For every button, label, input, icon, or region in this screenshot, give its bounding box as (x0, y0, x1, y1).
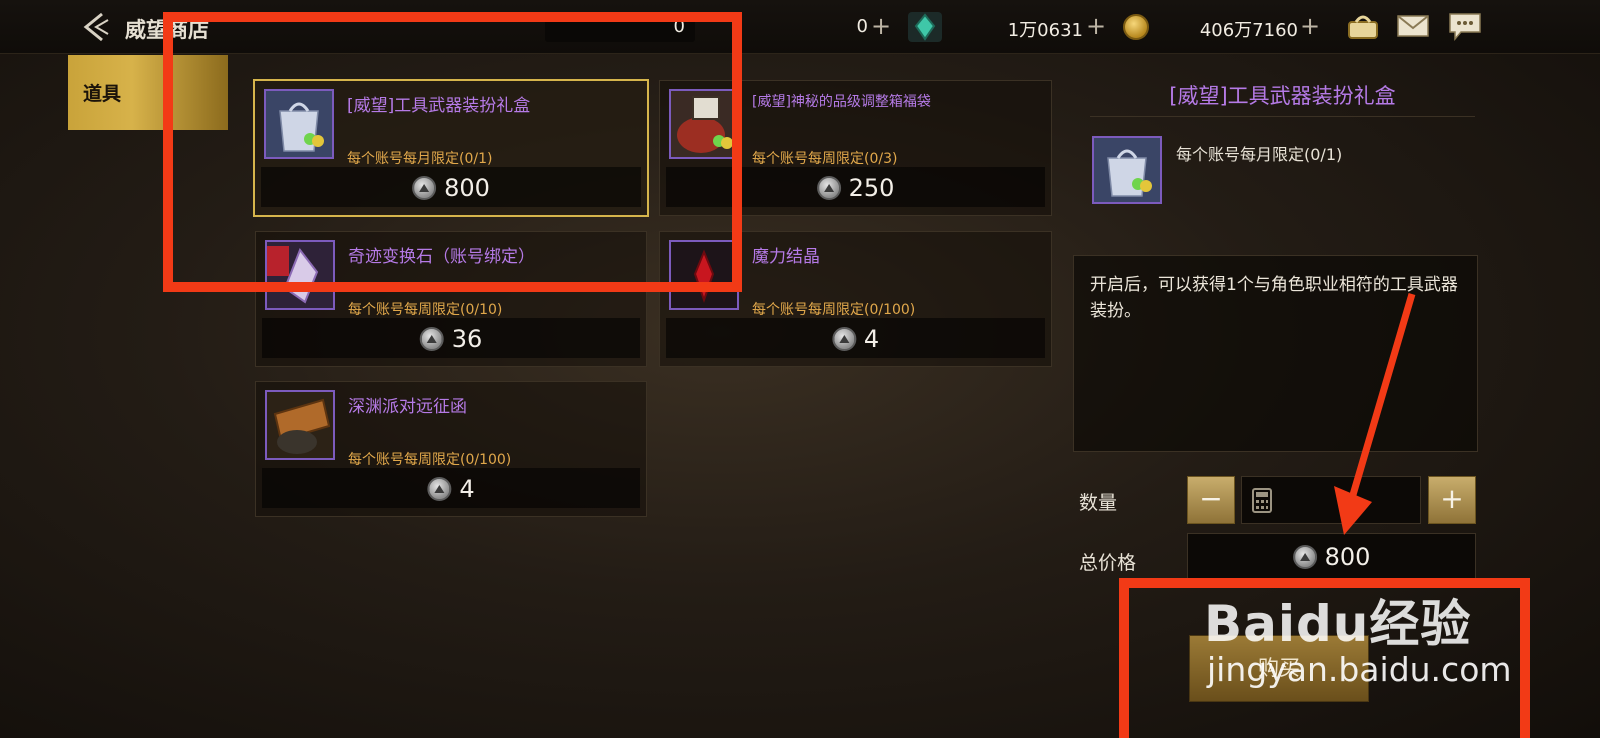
item-limit: 每个账号每周限定(0/3) (752, 151, 898, 167)
gold-add-button[interactable]: + (1300, 12, 1320, 40)
reputation-coin-icon (831, 327, 856, 351)
currency-slot-2-value: 0 (856, 16, 868, 37)
sidebar-item-label: 道具 (83, 83, 122, 105)
gem-value: 1万0631 (1007, 20, 1083, 41)
total-price-box: 800 (1187, 533, 1476, 581)
item-price: 4 (863, 325, 880, 353)
quantity-minus-button[interactable]: − (1187, 476, 1235, 524)
back-arrow-icon[interactable] (78, 10, 112, 44)
item-name: 魔力结晶 (752, 247, 820, 267)
invitation-letter-icon (265, 390, 335, 460)
item-limit: 每个账号每周限定(0/100) (752, 302, 916, 318)
item-price-bar: 4 (666, 318, 1045, 358)
total-price-label: 总价格 (1079, 552, 1137, 574)
reputation-coin-icon (1292, 545, 1317, 569)
item-price: 4 (459, 475, 475, 503)
mail-icon[interactable] (1395, 10, 1431, 42)
detail-limit: 每个账号每月限定(0/1) (1176, 145, 1343, 164)
reputation-coin-icon (419, 327, 444, 351)
quantity-label: 数量 (1079, 492, 1118, 514)
annotation-highlight-item (163, 12, 742, 292)
chat-icon[interactable] (1447, 10, 1483, 42)
total-price-value: 800 (1324, 543, 1371, 571)
item-name: 深渊派对远征函 (348, 397, 467, 417)
quantity-plus-button[interactable]: + (1428, 476, 1476, 524)
currency-slot-2-add-button[interactable]: + (871, 12, 891, 40)
item-name: [威望]神秘的品级调整箱福袋 (752, 94, 931, 110)
item-price: 36 (451, 325, 483, 353)
gold-coin-icon (1123, 14, 1149, 40)
annotation-arrow-icon (1334, 293, 1416, 535)
watermark-logo: Baidu经验 (1204, 595, 1472, 653)
item-limit: 每个账号每周限定(0/100) (348, 452, 512, 468)
item-limit: 每个账号每周限定(0/10) (348, 302, 503, 318)
watermark-url: jingyan.baidu.com (1207, 650, 1512, 689)
item-card[interactable]: 深渊派对远征函 每个账号每周限定(0/100) 4 (255, 381, 647, 517)
item-price: 250 (848, 174, 895, 202)
gold-value: 406万7160 (1199, 20, 1298, 41)
gem-icon (908, 12, 942, 42)
gem-add-button[interactable]: + (1086, 12, 1106, 40)
divider (1090, 116, 1475, 117)
item-price-bar: 36 (262, 318, 640, 358)
bag-icon[interactable] (1345, 10, 1381, 42)
gift-box-icon (1092, 136, 1162, 204)
reputation-coin-icon (427, 477, 452, 501)
reputation-coin-icon (816, 176, 841, 200)
detail-title: [威望]工具武器装扮礼盒 (1169, 84, 1396, 108)
item-price-bar: 4 (262, 468, 640, 508)
calculator-icon[interactable] (1252, 488, 1272, 513)
